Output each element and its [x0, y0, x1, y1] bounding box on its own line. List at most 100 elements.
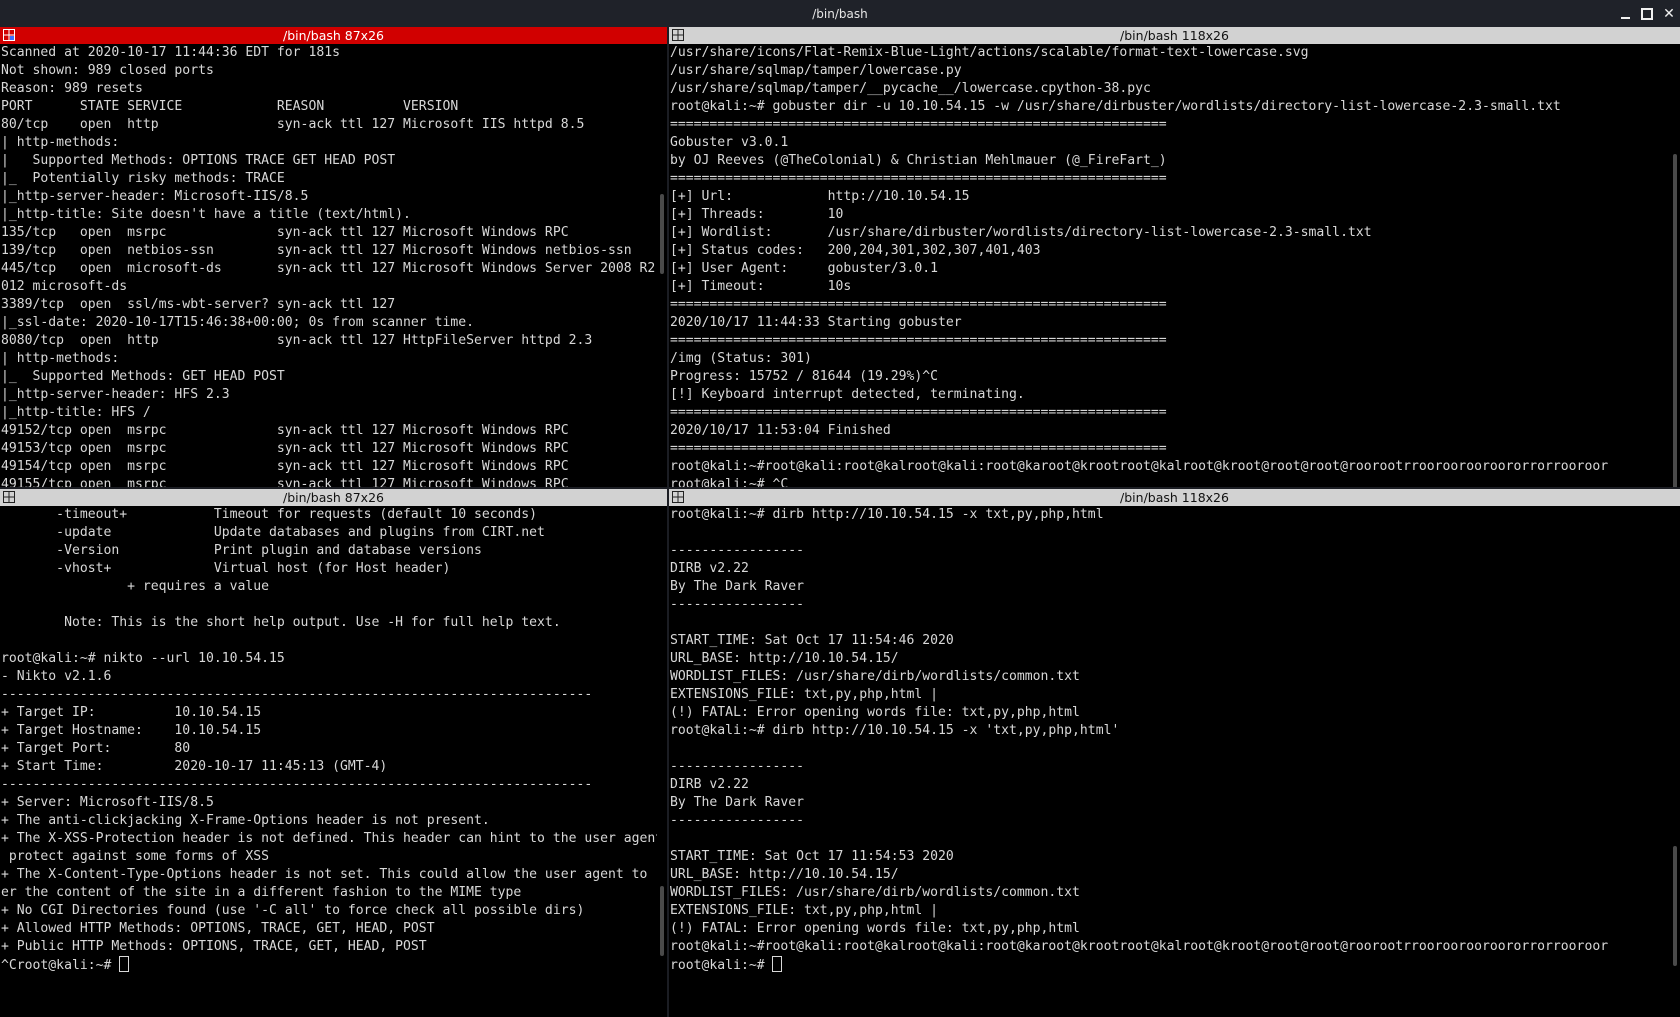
terminal-line: 2020/10/17 11:44:33 Starting gobuster — [670, 315, 962, 330]
terminal-line: [+] Threads: 10 — [670, 207, 844, 222]
terminal-line: ========================================… — [670, 297, 1167, 312]
terminal-line: 3389/tcp open ssl/ms-wbt-server? syn-ack… — [1, 297, 396, 312]
terminal-line: |_http-title: Site doesn't have a title … — [1, 207, 411, 222]
prompt-line[interactable]: root@kali:~# — [670, 956, 1670, 974]
terminal-line: 49155/tcp open msrpc syn-ack ttl 127 Mic… — [1, 477, 569, 487]
terminal-line: 135/tcp open msrpc syn-ack ttl 127 Micro… — [1, 225, 569, 240]
terminal-line: root@kali:~# gobuster dir -u 10.10.54.15… — [670, 99, 1561, 114]
terminal-line: 139/tcp open netbios-ssn syn-ack ttl 127… — [1, 243, 632, 258]
terminal-pane-top-right[interactable]: /bin/bash 118x26 /usr/share/icons/Flat-R… — [669, 27, 1680, 487]
terminal-line: /usr/share/icons/Flat-Remix-Blue-Light/a… — [670, 45, 1309, 60]
terminal-line: |_ssl-date: 2020-10-17T15:46:38+00:00; 0… — [1, 315, 474, 330]
terminal-line: ----------------- — [670, 597, 805, 612]
terminal-line: START_TIME: Sat Oct 17 11:54:53 2020 — [670, 849, 954, 864]
prompt-text: ^Croot@kali:~# — [1, 958, 120, 973]
terminal-line: + No CGI Directories found (use '-C all'… — [1, 903, 585, 918]
cursor — [119, 956, 130, 972]
terminal-line: + Allowed HTTP Methods: OPTIONS, TRACE, … — [1, 921, 435, 936]
terminal-line: root@kali:~# dirb http://10.10.54.15 -x … — [670, 723, 1120, 738]
terminal-line: /usr/share/sqlmap/tamper/__pycache__/low… — [670, 81, 1151, 96]
terminal-line: + Start Time: 2020-10-17 11:45:13 (GMT-4… — [1, 759, 388, 774]
terminal-line: [+] User Agent: gobuster/3.0.1 — [670, 261, 939, 276]
terminal-pane-bottom-right[interactable]: /bin/bash 118x26 root@kali:~# dirb http:… — [669, 489, 1680, 1017]
terminal-line: URL_BASE: http://10.10.54.15/ — [670, 867, 899, 882]
terminal-line: root@kali:~# ^C — [670, 477, 789, 487]
terminal-line: START_TIME: Sat Oct 17 11:54:46 2020 — [670, 633, 954, 648]
terminal-line: WORDLIST_FILES: /usr/share/dirb/wordlist… — [670, 669, 1080, 684]
close-icon[interactable]: ✕ — [1658, 3, 1680, 25]
pane-header[interactable]: /bin/bash 87x26 — [0, 27, 667, 44]
terminal-line: [!] Keyboard interrupt detected, termina… — [670, 387, 1025, 402]
split-terminal-icon — [672, 29, 684, 41]
pane-header[interactable]: /bin/bash 118x26 — [669, 489, 1680, 506]
terminal-line: Not shown: 989 closed ports — [1, 63, 214, 78]
scrollbar[interactable] — [1672, 44, 1678, 487]
terminal-line: WORDLIST_FILES: /usr/share/dirb/wordlist… — [670, 885, 1080, 900]
terminal-line: EXTENSIONS_FILE: txt,py,php,html | — [670, 687, 939, 702]
terminal-line: + The X-Content-Type-Options header is n… — [1, 867, 657, 882]
prompt-line[interactable]: ^Croot@kali:~# — [1, 956, 657, 974]
terminal-output[interactable]: -timeout+ Timeout for requests (default … — [0, 506, 657, 1017]
terminal-pane-top-left[interactable]: /bin/bash 87x26 Scanned at 2020-10-17 11… — [0, 27, 667, 487]
terminal-pane-bottom-left[interactable]: /bin/bash 87x26 -timeout+ Timeout for re… — [0, 489, 667, 1017]
pane-title: /bin/bash 87x26 — [283, 28, 384, 43]
terminal-line: By The Dark Raver — [670, 795, 805, 810]
scrollbar-thumb[interactable] — [660, 886, 664, 956]
scrollbar[interactable] — [659, 506, 665, 1017]
terminal-line: root@kali:~# nikto --url 10.10.54.15 — [1, 651, 285, 666]
terminal-line: + The X-XSS-Protection header is not def… — [1, 831, 657, 846]
scrollbar-thumb[interactable] — [1673, 846, 1677, 966]
scrollbar[interactable] — [1672, 506, 1678, 1017]
terminal-output[interactable]: Scanned at 2020-10-17 11:44:36 EDT for 1… — [0, 44, 657, 487]
terminal-line: 80/tcp open http syn-ack ttl 127 Microso… — [1, 117, 585, 132]
terminal-line: + Server: Microsoft-IIS/8.5 — [1, 795, 214, 810]
terminal-line: URL_BASE: http://10.10.54.15/ — [670, 651, 899, 666]
terminal-line: DIRB v2.22 — [670, 777, 749, 792]
terminal-line: root@kali:~# dirb http://10.10.54.15 -x … — [670, 507, 1104, 522]
terminal-line: |_http-server-header: HFS 2.3 — [1, 387, 230, 402]
terminal-line: + Target Hostname: 10.10.54.15 — [1, 723, 262, 738]
terminal-line: 49152/tcp open msrpc syn-ack ttl 127 Mic… — [1, 423, 569, 438]
window-title: /bin/bash — [812, 6, 868, 21]
terminal-line: Scanned at 2020-10-17 11:44:36 EDT for 1… — [1, 45, 340, 60]
terminal-output[interactable]: root@kali:~# dirb http://10.10.54.15 -x … — [669, 506, 1670, 1017]
terminal-line: ========================================… — [670, 333, 1167, 348]
terminal-line: (!) FATAL: Error opening words file: txt… — [670, 705, 1080, 720]
terminal-line: 8080/tcp open http syn-ack ttl 127 HttpF… — [1, 333, 593, 348]
terminal-line: ----------------- — [670, 759, 805, 774]
pane-header[interactable]: /bin/bash 87x26 — [0, 489, 667, 506]
terminal-line: ========================================… — [670, 405, 1167, 420]
terminal-line: protect against some forms of XSS — [1, 849, 270, 864]
terminal-line: -Version Print plugin and database versi… — [1, 543, 482, 558]
scrollbar-thumb[interactable] — [660, 194, 664, 274]
terminal-line: + The anti-clickjacking X-Frame-Options … — [1, 813, 490, 828]
minimize-icon[interactable] — [1614, 3, 1636, 25]
terminal-line: + requires a value — [1, 579, 270, 594]
terminal-output[interactable]: /usr/share/icons/Flat-Remix-Blue-Light/a… — [669, 44, 1670, 487]
terminal-line: - Nikto v2.1.6 — [1, 669, 112, 684]
split-terminal-icon — [3, 491, 15, 503]
maximize-icon[interactable] — [1636, 3, 1658, 25]
terminal-line: er the content of the site in a differen… — [1, 885, 522, 900]
terminal-line: Progress: 15752 / 81644 (19.29%)^C — [670, 369, 939, 384]
scrollbar-thumb[interactable] — [1673, 154, 1677, 487]
pane-title: /bin/bash 118x26 — [1120, 490, 1229, 505]
terminal-line: [+] Status codes: 200,204,301,302,307,40… — [670, 243, 1041, 258]
scrollbar[interactable] — [659, 44, 665, 487]
cursor — [772, 956, 783, 972]
split-terminal-icon — [3, 29, 15, 41]
terminal-line: ----------------- — [670, 543, 805, 558]
terminal-line: 445/tcp open microsoft-ds syn-ack ttl 12… — [1, 261, 657, 276]
terminal-line: -update Update databases and plugins fro… — [1, 525, 545, 540]
terminal-line: |_http-title: HFS / — [1, 405, 151, 420]
terminal-line: EXTENSIONS_FILE: txt,py,php,html | — [670, 903, 939, 918]
terminal-line: ----------------- — [670, 813, 805, 828]
terminal-line: + Target IP: 10.10.54.15 — [1, 705, 262, 720]
terminal-line: [+] Wordlist: /usr/share/dirbuster/wordl… — [670, 225, 1372, 240]
pane-title: /bin/bash 87x26 — [283, 490, 384, 505]
pane-header[interactable]: /bin/bash 118x26 — [669, 27, 1680, 44]
